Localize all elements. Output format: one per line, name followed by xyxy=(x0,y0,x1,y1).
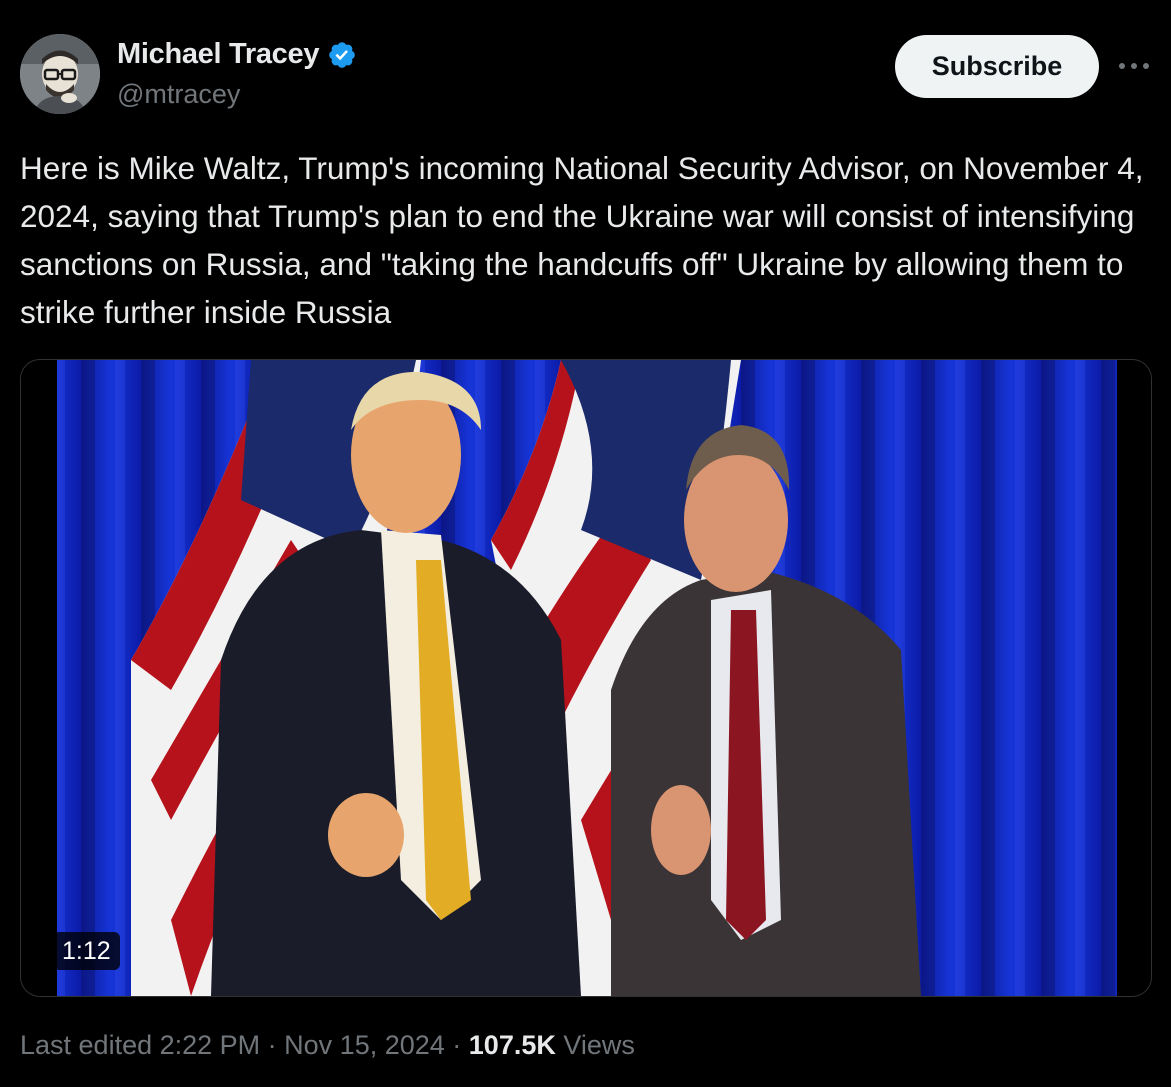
author-name-row: Michael Tracey xyxy=(117,38,357,71)
author-avatar[interactable] xyxy=(20,34,100,114)
edited-label[interactable]: Last edited 2:22 PM xyxy=(20,1030,260,1060)
cartoon-avatar-icon xyxy=(20,34,100,114)
meta-separator: · xyxy=(260,1030,285,1060)
verified-badge-icon xyxy=(329,41,355,68)
tweet-meta: Last edited 2:22 PM · Nov 15, 2024 · 107… xyxy=(20,1030,635,1061)
author-display-name[interactable]: Michael Tracey xyxy=(117,38,319,71)
tweet-text: Here is Mike Waltz, Trump's incoming Nat… xyxy=(20,150,1153,330)
video-thumbnail xyxy=(21,360,1151,996)
video-duration-badge: 1:12 xyxy=(53,932,120,970)
tweet-date[interactable]: Nov 15, 2024 xyxy=(284,1030,445,1060)
video-player[interactable]: 1:12 xyxy=(20,359,1152,997)
views-count: 107.5K xyxy=(468,1030,556,1060)
meta-separator: · xyxy=(444,1030,469,1060)
more-icon[interactable] xyxy=(1116,58,1152,74)
author-handle[interactable]: @mtracey xyxy=(117,79,240,110)
subscribe-button[interactable]: Subscribe xyxy=(895,35,1099,98)
views-label: Views xyxy=(563,1030,635,1060)
tweet-header: Michael Tracey @mtracey Subscribe xyxy=(20,34,1151,118)
